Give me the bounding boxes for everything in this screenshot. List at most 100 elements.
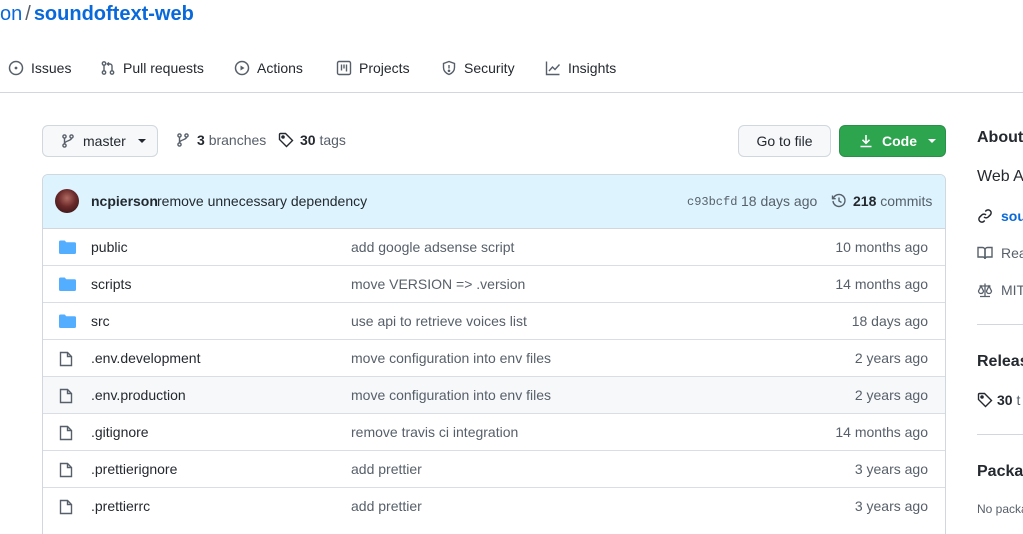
file-icon [59,351,73,367]
file-commit-message-link[interactable]: add prettier [351,461,422,477]
tab-actions-label: Actions [257,60,303,76]
readme-link-text: Rea [1001,245,1023,261]
tab-projects-label: Projects [359,60,410,76]
tab-actions[interactable]: Actions [234,50,303,86]
file-row[interactable]: .gitignore remove travis ci integration … [43,413,945,450]
play-icon [234,60,250,76]
file-commit-message-link[interactable]: remove travis ci integration [351,424,518,440]
file-row[interactable]: .env.production move configuration into … [43,376,945,413]
file-icon [59,388,73,404]
releases-label: t [1016,392,1021,408]
commit-message-link[interactable]: remove unnecessary dependency [157,193,367,209]
file-commit-message-link[interactable]: add prettier [351,498,422,514]
tab-security-label: Security [464,60,515,76]
repo-header: on / soundoftext-web Issues Pull requests … [0,0,1023,93]
file-row[interactable]: src use api to retrieve voices list 18 d… [43,302,945,339]
homepage-link[interactable]: sou [977,208,1023,224]
branches-link[interactable]: 3 branches [175,132,266,148]
git-pull-request-icon [100,60,116,76]
git-branch-icon [175,132,191,148]
file-commit-time: 18 days ago [851,313,928,329]
shield-icon [441,60,457,76]
branch-select-button[interactable]: master [42,125,158,157]
file-row[interactable]: scripts move VERSION => .version 14 mont… [43,265,945,302]
chevron-down-icon [137,139,146,143]
issue-opened-icon [8,60,24,76]
file-commit-time: 2 years ago [854,387,928,403]
file-name-link[interactable]: public [91,239,128,255]
releases-tags-link[interactable]: 30 t [977,392,1020,408]
graph-icon [545,60,561,76]
commits-history-link[interactable]: 218 commits [831,193,932,209]
license-link[interactable]: MIT [977,282,1023,298]
file-row[interactable]: .prettierrc add prettier 3 years ago [43,487,945,524]
link-icon [977,208,993,224]
avatar[interactable] [55,189,79,213]
file-commit-time: 14 months ago [835,424,928,440]
history-icon [831,193,847,209]
sidebar-divider [977,434,1023,435]
tab-insights-label: Insights [568,60,617,76]
commits-count: 218 [853,193,877,209]
file-commit-message-link[interactable]: move VERSION => .version [351,276,525,292]
releases-count: 30 [997,392,1013,408]
code-button[interactable]: Code [839,125,946,157]
packages-empty-text: No packa [977,502,1023,516]
file-commit-time: 2 years ago [854,350,928,366]
file-list: public add google adsense script 10 mont… [43,229,945,524]
file-browser: ncpierson remove unnecessary dependency … [42,174,946,534]
file-name-link[interactable]: scripts [91,276,131,292]
tab-projects[interactable]: Projects [336,50,410,86]
tab-insights[interactable]: Insights [545,50,616,86]
table-icon [336,60,352,76]
file-commit-time: 14 months ago [835,276,928,292]
tab-pull-requests-label: Pull requests [123,60,204,76]
about-heading: About [977,129,1023,146]
commit-time: 18 days ago [741,193,818,209]
releases-heading[interactable]: Releas [977,353,1023,371]
readme-link[interactable]: Rea [977,245,1023,261]
repo-name-link[interactable]: soundoftext-web [34,3,194,25]
license-link-text: MIT [1001,282,1023,298]
commits-label: commits [880,193,933,209]
file-commit-time: 3 years ago [854,461,928,477]
file-icon [59,462,73,478]
file-name-link[interactable]: .gitignore [91,424,149,440]
repo-description: Web A [977,168,1023,185]
file-commit-message-link[interactable]: add google adsense script [351,239,514,255]
repo-title-separator: / [25,3,31,25]
file-commit-message-link[interactable]: move configuration into env files [351,387,551,403]
tab-pull-requests[interactable]: Pull requests [100,50,204,86]
file-name-link[interactable]: src [91,313,110,329]
file-name-link[interactable]: .prettierrc [91,498,150,514]
file-row[interactable]: .prettierignore add prettier 3 years ago [43,450,945,487]
tab-security[interactable]: Security [441,50,515,86]
tags-link[interactable]: 30 tags [278,132,346,148]
go-to-file-label: Go to file [756,133,813,149]
repo-owner-link[interactable]: on [0,3,22,25]
homepage-link-text: sou [1001,208,1023,224]
branch-name: master [83,133,126,149]
file-row[interactable]: public add google adsense script 10 mont… [43,229,945,265]
tags-label: tags [319,132,346,148]
file-name-link[interactable]: .env.production [91,387,186,403]
branches-count: 3 [197,132,205,148]
branches-label: branches [208,132,267,148]
file-row[interactable]: .env.development move configuration into… [43,339,945,376]
commit-sha-link[interactable]: c93bcfd [687,195,737,209]
repo-title: on / soundoftext-web [0,3,194,26]
go-to-file-button[interactable]: Go to file [738,125,831,157]
file-commit-time: 3 years ago [854,498,928,514]
folder-icon [59,240,76,254]
file-commit-message-link[interactable]: move configuration into env files [351,350,551,366]
download-icon [858,133,874,149]
file-name-link[interactable]: .prettierignore [91,461,177,477]
git-branch-icon [60,133,76,149]
tag-icon [977,392,993,408]
file-commit-message-link[interactable]: use api to retrieve voices list [351,313,527,329]
tab-issues[interactable]: Issues [8,50,71,86]
commit-author-link[interactable]: ncpierson [91,193,158,209]
packages-heading[interactable]: Packag [977,463,1023,481]
file-commit-time: 10 months ago [835,239,928,255]
file-name-link[interactable]: .env.development [91,350,200,366]
